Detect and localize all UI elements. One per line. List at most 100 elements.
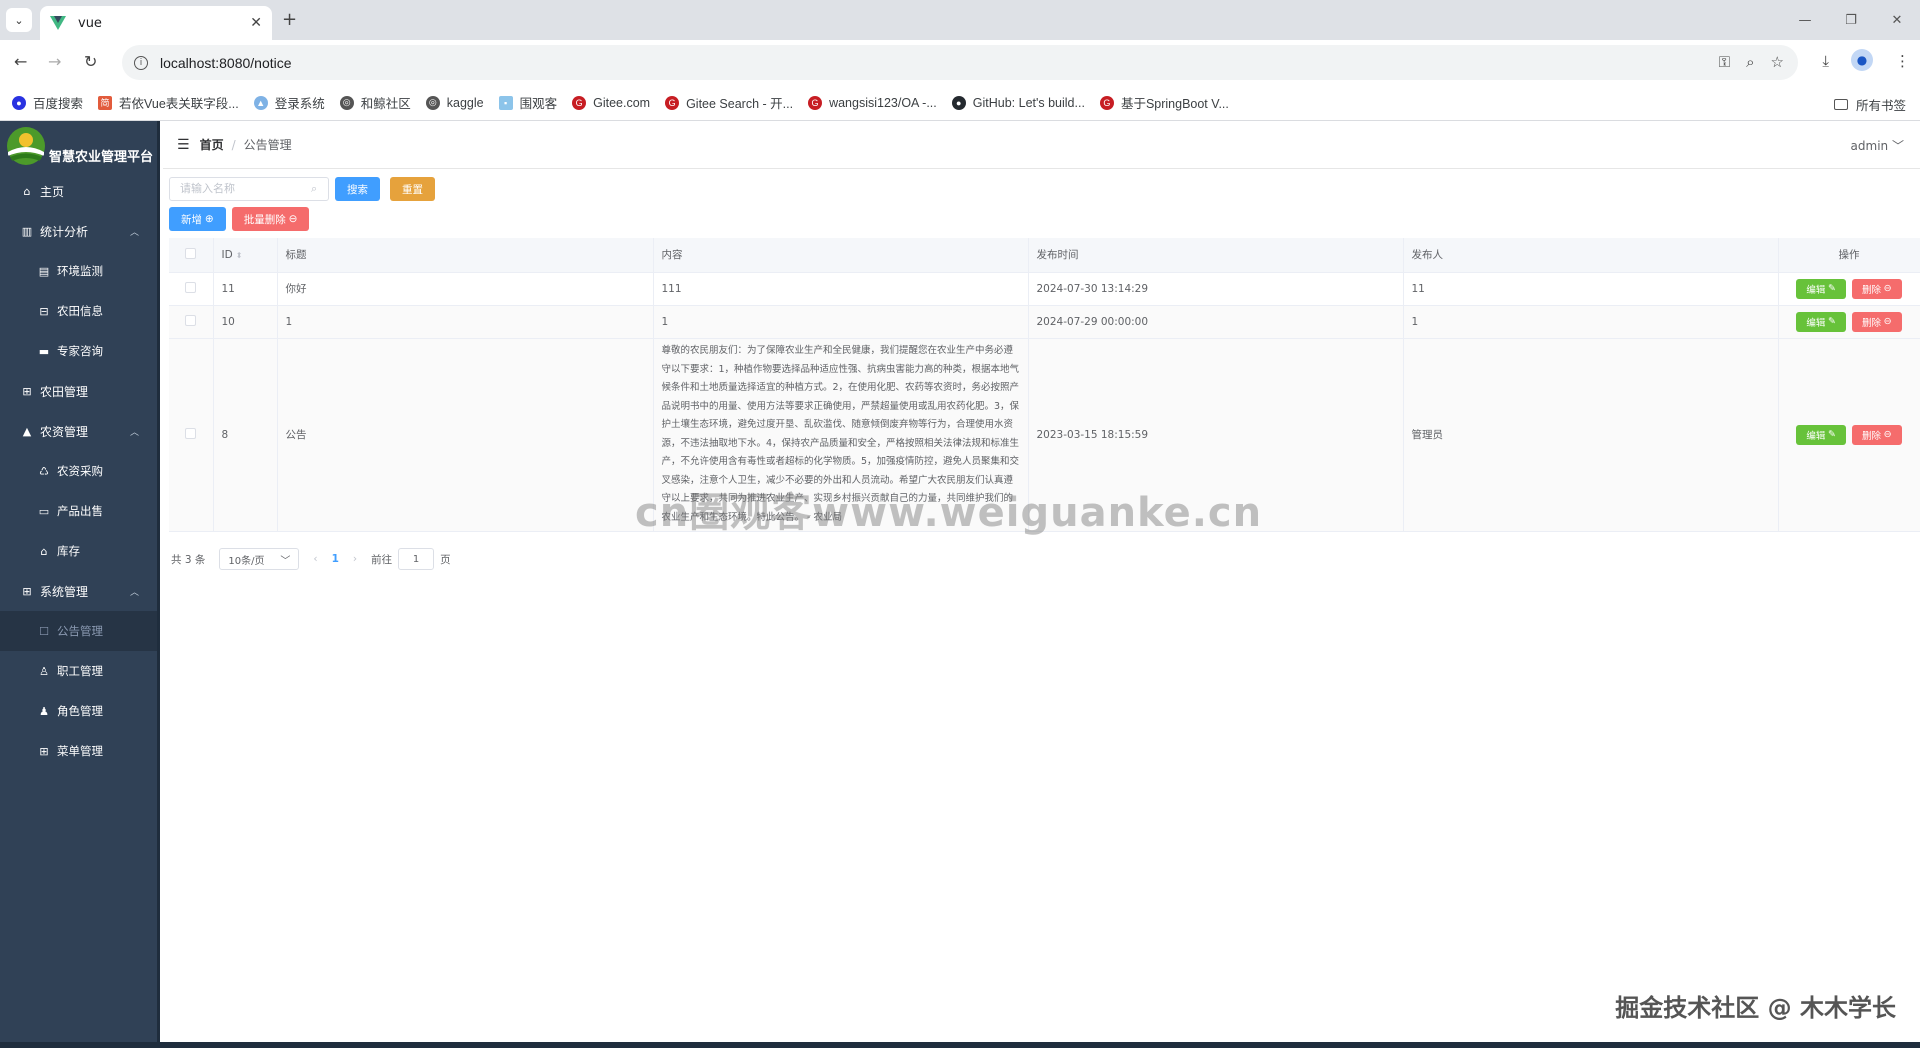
reload-icon[interactable]: ↻ bbox=[84, 52, 97, 71]
field-icon: ⊟ bbox=[39, 304, 49, 318]
chevron-down-icon: ﹀ bbox=[280, 555, 291, 567]
baidu-icon: ● bbox=[12, 95, 26, 110]
new-tab-button[interactable]: + bbox=[282, 9, 297, 30]
minus-circle-icon: ⊖ bbox=[1883, 283, 1892, 294]
edit-icon: ✎ bbox=[1828, 283, 1836, 294]
col-header-content: 内容 bbox=[653, 238, 1029, 273]
site-info-icon[interactable]: i bbox=[134, 55, 148, 70]
menu-item-role[interactable]: ♟ 角色管理 bbox=[0, 691, 157, 731]
cell-user: 11 bbox=[1403, 272, 1779, 306]
cell-time: 2024-07-30 13:14:29 bbox=[1028, 272, 1404, 306]
cell-user: 1 bbox=[1403, 305, 1779, 339]
breadcrumb-current: 公告管理 bbox=[243, 138, 292, 152]
delete-button[interactable]: 删除 ⊖ bbox=[1852, 278, 1902, 299]
menu-item-system[interactable]: ⊞ 系统管理 ︿ bbox=[0, 571, 157, 611]
pagination: 共 3 条 10条/页 ﹀ ‹ 1 › 前往 1 页 bbox=[171, 548, 451, 570]
menu-item-supplies[interactable]: ▲ 农资管理 ︿ bbox=[0, 411, 157, 451]
prev-page-icon[interactable]: ‹ bbox=[313, 553, 317, 565]
col-header-id[interactable]: ID ⬍ bbox=[213, 238, 278, 273]
sidebar-title: 智慧农业管理平台 bbox=[49, 149, 154, 165]
address-bar[interactable]: i localhost:8080/notice ⚿ ⌕ ☆ bbox=[122, 45, 1798, 80]
cell-id: 10 bbox=[213, 305, 278, 339]
sort-icon[interactable]: ⬍ bbox=[236, 251, 243, 260]
goto-suffix: 页 bbox=[440, 553, 451, 566]
cart-icon: ♺ bbox=[39, 464, 49, 478]
search-input[interactable] bbox=[169, 177, 329, 201]
tab-close-icon[interactable]: ✕ bbox=[250, 15, 262, 31]
bookmark-item[interactable]: 简若依Vue表关联字段... bbox=[98, 93, 239, 112]
goto-page-input[interactable]: 1 bbox=[398, 548, 435, 570]
table-row: 10 1 1 2024-07-29 00:00:00 1 编辑 ✎ 删除 ⊖ bbox=[169, 305, 1920, 339]
menu-item-staff[interactable]: ♙ 职工管理 bbox=[0, 651, 157, 691]
bookmark-star-icon[interactable]: ☆ bbox=[1771, 53, 1784, 71]
bookmark-item[interactable]: ● 百度搜索 bbox=[12, 93, 83, 112]
minimize-icon[interactable]: — bbox=[1782, 0, 1828, 40]
reset-button[interactable]: 重置 bbox=[390, 177, 435, 201]
bookmark-item[interactable]: ▪ 围观客 bbox=[498, 93, 557, 112]
page-size-select[interactable]: 10条/页 ﹀ bbox=[219, 548, 300, 570]
download-icon[interactable]: ⤓ bbox=[1822, 52, 1829, 71]
edit-button[interactable]: 编辑 ✎ bbox=[1796, 311, 1846, 332]
cell-id: 11 bbox=[213, 272, 278, 306]
user-dropdown[interactable]: admin ﹀ bbox=[1851, 137, 1904, 154]
bookmark-item[interactable]: ◎ 和鲸社区 bbox=[339, 93, 411, 112]
row-checkbox[interactable] bbox=[185, 314, 197, 326]
edit-button[interactable]: 编辑 ✎ bbox=[1796, 424, 1846, 445]
bookmark-item[interactable]: G Gitee Search - 开... bbox=[665, 93, 793, 112]
farm-logo-icon bbox=[7, 127, 45, 165]
table-header-row: ID ⬍ 标题 内容 发布时间 发布人 操作 bbox=[169, 238, 1920, 273]
select-all-checkbox[interactable] bbox=[185, 247, 197, 259]
forward-icon[interactable]: → bbox=[48, 52, 61, 71]
github-icon: ● bbox=[951, 95, 966, 110]
close-window-icon[interactable]: ✕ bbox=[1874, 0, 1920, 40]
menu-item-field-info[interactable]: ⊟ 农田信息 bbox=[0, 291, 157, 331]
pagination-total: 共 3 条 bbox=[171, 553, 206, 566]
more-menu-icon[interactable]: ⋮ bbox=[1895, 52, 1910, 71]
search-button[interactable]: 搜索 bbox=[335, 177, 380, 201]
menu-item-stock[interactable]: ⌂ 库存 bbox=[0, 531, 157, 571]
add-button[interactable]: 新增 ⊕ bbox=[169, 207, 226, 231]
menu-item-env-monitor[interactable]: ▤ 环境监测 bbox=[0, 251, 157, 291]
row-checkbox[interactable] bbox=[185, 281, 197, 293]
tab-search-button[interactable]: ⌄ bbox=[6, 8, 32, 32]
next-page-icon[interactable]: › bbox=[353, 553, 357, 565]
back-icon[interactable]: ← bbox=[14, 52, 27, 71]
delete-button[interactable]: 删除 ⊖ bbox=[1852, 424, 1902, 445]
restore-icon[interactable]: ❐ bbox=[1828, 0, 1874, 40]
row-checkbox[interactable] bbox=[185, 427, 197, 439]
menu-item-menu[interactable]: ⊞ 菜单管理 bbox=[0, 731, 157, 771]
menu-item-purchase[interactable]: ♺ 农资采购 bbox=[0, 451, 157, 491]
bookmark-item[interactable]: ▲ 登录系统 bbox=[253, 93, 325, 112]
menu-item-sale[interactable]: ▭ 产品出售 bbox=[0, 491, 157, 531]
folder-icon bbox=[1833, 99, 1848, 110]
bookmarks-bar: ● 百度搜索 简若依Vue表关联字段... ▲ 登录系统 ◎ 和鲸社区 ◎ kaggle… bbox=[0, 85, 1920, 121]
menu-item-statistics[interactable]: ▥ 统计分析 ︿ bbox=[0, 211, 157, 251]
bookmark-item[interactable]: Gwangsisi123/OA -... bbox=[808, 95, 937, 110]
menu-item-field-manage[interactable]: ⊞ 农田管理 bbox=[0, 371, 157, 411]
menu-item-expert[interactable]: ▬ 专家咨询 bbox=[0, 331, 157, 371]
all-bookmarks-button[interactable]: 所有书签 bbox=[1833, 95, 1906, 114]
bookmark-item[interactable]: ● GitHub: Let's build... bbox=[951, 95, 1085, 110]
zoom-icon[interactable]: ⌕ bbox=[1746, 53, 1754, 71]
page-number[interactable]: 1 bbox=[332, 553, 339, 565]
menu-item-notice[interactable]: ☐ 公告管理 bbox=[0, 611, 157, 651]
watermark-corner: 掘金技术社区 @ 木木学长 bbox=[1615, 994, 1896, 1022]
batch-delete-button[interactable]: 批量删除 ⊖ bbox=[231, 207, 310, 231]
browser-tab[interactable]: vue ✕ bbox=[40, 6, 272, 40]
edit-icon: ✎ bbox=[1828, 429, 1836, 440]
bookmark-item[interactable]: ◎ kaggle bbox=[425, 95, 484, 110]
menu-icon: ⊞ bbox=[39, 744, 49, 758]
hamburger-icon[interactable]: ☰ bbox=[177, 137, 190, 153]
bookmark-item[interactable]: G Gitee.com bbox=[572, 95, 650, 110]
breadcrumb-home[interactable]: 首页 bbox=[200, 136, 224, 153]
edit-button[interactable]: 编辑 ✎ bbox=[1796, 278, 1846, 299]
taskbar-edge bbox=[0, 1042, 1920, 1048]
menu-item-home[interactable]: ⌂ 主页 bbox=[0, 171, 157, 211]
profile-avatar-icon[interactable]: ● bbox=[1851, 49, 1873, 71]
bookmark-item[interactable]: G 基于SpringBoot V... bbox=[1099, 93, 1229, 112]
user-icon: ♙ bbox=[39, 664, 49, 678]
password-key-icon[interactable]: ⚿ bbox=[1719, 53, 1730, 71]
delete-button[interactable]: 删除 ⊖ bbox=[1852, 311, 1902, 332]
edit-icon: ✎ bbox=[1828, 316, 1836, 327]
browser-toolbar: ← → ↻ i localhost:8080/notice ⚿ ⌕ ☆ ⤓ ● … bbox=[0, 40, 1920, 85]
